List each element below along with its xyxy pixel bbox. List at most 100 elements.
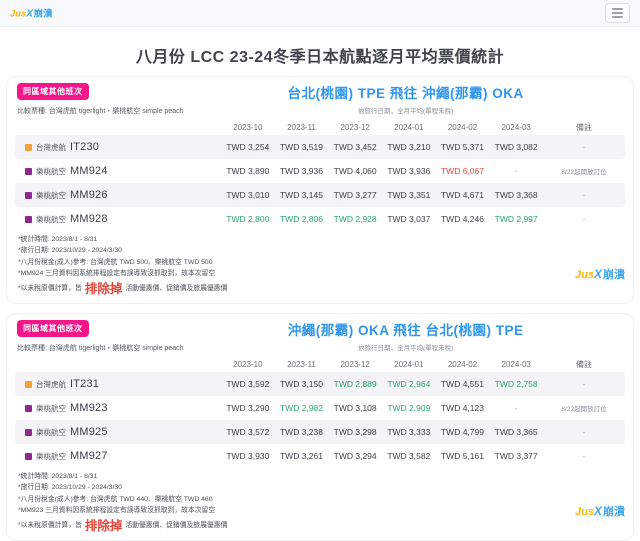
airline-color-marker: [25, 144, 32, 151]
logo-x-plane-icon: X: [594, 504, 602, 518]
flight-number: MM923: [70, 402, 108, 414]
column-header: 2024-03: [489, 123, 543, 132]
footnote-exclude: *以未稅原價計算，皆排除掉活動優惠價、促銷價及旅展優惠價: [18, 281, 625, 297]
fare-cell: TWD 2,758: [489, 379, 543, 389]
fare-cell: TWD 3,150: [275, 379, 329, 389]
fare-cell: TWD 4,123: [436, 403, 490, 413]
fare-cell: TWD 5,161: [436, 451, 490, 461]
airline-name: 樂桃航空: [36, 403, 66, 414]
fare-cell: TWD 2,889: [328, 379, 382, 389]
airline-name: 台灣虎航: [36, 379, 66, 390]
fare-cell: TWD 4,246: [436, 214, 490, 224]
logo-x-plane-icon: X: [594, 267, 602, 281]
footnote: *八月份稅金(成人)參考: 台灣虎航 TWD 500、樂桃航空 TWD 500: [18, 259, 625, 268]
section-header-left: 同區域其他班次比較票種: 台灣虎航 tigerlight・樂桃航空 simple…: [15, 82, 216, 116]
fare-cell: TWD 3,298: [328, 427, 382, 437]
fare-cell: TWD 3,930: [221, 451, 275, 461]
fare-cell: TWD 3,572: [221, 427, 275, 437]
fare-cell: TWD 3,452: [328, 142, 382, 152]
fare-cell: TWD 4,551: [436, 379, 490, 389]
logo-jus-text: Jus: [10, 9, 26, 19]
logo-brand-cn: 崩潰: [603, 506, 625, 518]
fare-row: 樂桃航空MM927TWD 3,930TWD 3,261TWD 3,294TWD …: [15, 444, 625, 468]
logo-brand-cn: 崩潰: [603, 269, 625, 281]
page-title: 八月份 LCC 23-24冬季日本航點逐月平均票價統計: [0, 43, 640, 67]
section-header-center: 台北(桃園) TPE 飛往 沖繩(那霸) OKA 依旅行日期，全月平均(單程未稅): [216, 82, 625, 116]
topbar-logo-slot: JusX崩潰: [10, 4, 60, 22]
section-header-center: 沖繩(那霸) OKA 飛往 台北(桃園) TPE依旅行日期，全月平均(單程未稅): [216, 319, 625, 353]
fare-cell: TWD 3,368: [489, 190, 543, 200]
airline-color-marker: [25, 381, 32, 388]
fare-row: 樂桃航空MM928TWD 2,800TWD 2,806TWD 2,928TWD …: [15, 207, 625, 231]
fare-cell: TWD 3,108: [328, 403, 382, 413]
fare-table: 2023-102023-112023-122024-012024-022024-…: [15, 356, 625, 468]
column-header-row: 2023-102023-112023-122024-012024-022024-…: [15, 356, 625, 372]
sections: 同區域其他班次比較票種: 台灣虎航 tigerlight・樂桃航空 simple…: [0, 76, 640, 541]
fare-cell: TWD 2,909: [382, 403, 436, 413]
fare-cell: TWD 3,145: [275, 190, 329, 200]
section-header-left: 同區域其他班次比較票種: 台灣虎航 tigerlight・樂桃航空 simple…: [15, 319, 216, 353]
topbar: JusX崩潰: [0, 0, 640, 27]
fare-row: 台灣虎航IT231TWD 3,592TWD 3,150TWD 2,889TWD …: [15, 372, 625, 396]
other-flights-badge[interactable]: 同區域其他班次: [17, 320, 89, 337]
remark-cell: -: [543, 381, 625, 388]
fare-cell: TWD 3,936: [382, 166, 436, 176]
flight-number: IT230: [70, 141, 99, 153]
airline-name: 樂桃航空: [36, 214, 66, 225]
column-header: 2023-10: [221, 360, 275, 369]
route-title: 台北(桃園) TPE 飛往 沖繩(那霸) OKA: [216, 82, 595, 102]
airline-color-marker: [25, 429, 32, 436]
fare-cell: TWD 3,582: [382, 451, 436, 461]
airline-cell: 樂桃航空MM927: [15, 450, 221, 462]
airline-name: 台灣虎航: [36, 142, 66, 153]
fare-row: 樂桃航空MM925TWD 3,572TWD 3,238TWD 3,298TWD …: [15, 420, 625, 444]
flight-number: MM925: [70, 426, 108, 438]
footnote: *MM924 三月資料因系統排程設定有誤導致沒抓取到，故本次留空: [18, 270, 625, 279]
footnote: *旅行日期: 2023/10/29 - 2024/3/30: [18, 484, 625, 493]
fare-row: 樂桃航空MM926TWD 3,010TWD 3,145TWD 3,277TWD …: [15, 183, 625, 207]
remark-cell: 8/22起開放訂位: [543, 166, 625, 176]
airline-color-marker: [25, 168, 32, 175]
remark-cell: -: [543, 192, 625, 199]
menu-button[interactable]: [605, 3, 630, 23]
footnote-exclude-highlight: 排除掉: [85, 281, 123, 297]
fare-row: 樂桃航空MM923TWD 3,290TWD 2,982TWD 3,108TWD …: [15, 396, 625, 420]
airline-cell: 台灣虎航 IT230: [15, 141, 221, 153]
fare-cell: TWD 2,964: [382, 379, 436, 389]
footnote-exclude-pre: *以未稅原價計算，皆: [18, 522, 82, 531]
airline-color-marker: [25, 453, 32, 460]
remark-cell: -: [543, 453, 625, 460]
compare-fares-note: 比較票種: 台灣虎航 tigerlight・樂桃航空 simple peach: [17, 343, 183, 353]
column-header: 2023-12: [328, 123, 382, 132]
fare-cell: -: [489, 166, 543, 176]
route-title: 沖繩(那霸) OKA 飛往 台北(桃園) TPE: [216, 319, 595, 339]
fare-cell: TWD 3,082: [489, 142, 543, 152]
fare-cell: TWD 4,671: [436, 190, 490, 200]
section-header: 同區域其他班次比較票種: 台灣虎航 tigerlight・樂桃航空 simple…: [15, 319, 625, 353]
fare-cell: TWD 4,799: [436, 427, 490, 437]
fare-cell: -: [489, 403, 543, 413]
route-subtitle: 依旅行日期，全月平均(單程未稅): [216, 105, 595, 115]
compare-fares-note: 比較票種: 台灣虎航 tigerlight・樂桃航空 simple peach: [17, 106, 183, 116]
logo-x-plane-icon: X: [26, 7, 33, 19]
airline-name: 樂桃航空: [36, 166, 66, 177]
route-section: 同區域其他班次比較票種: 台灣虎航 tigerlight・樂桃航空 simple…: [6, 76, 634, 304]
fare-cell: TWD 2,997: [489, 214, 543, 224]
footnote: *統計時間: 2023/8/1 - 8/31: [18, 236, 625, 245]
flight-number: MM926: [70, 189, 108, 201]
fare-cell: TWD 3,210: [382, 142, 436, 152]
fare-cell: TWD 3,333: [382, 427, 436, 437]
column-header: 2024-01: [382, 123, 436, 132]
route-section: 同區域其他班次比較票種: 台灣虎航 tigerlight・樂桃航空 simple…: [6, 313, 634, 541]
fare-cell: TWD 3,261: [275, 451, 329, 461]
fare-cell: TWD 3,592: [221, 379, 275, 389]
fare-cell: TWD 6,067: [436, 166, 490, 176]
fare-cell: TWD 3,890: [221, 166, 275, 176]
remark-cell: -: [543, 144, 625, 151]
column-header: 2024-03: [489, 360, 543, 369]
airline-cell: 台灣虎航 IT231: [15, 378, 221, 390]
flight-number: IT231: [70, 378, 99, 390]
logo-jus-text: Jus: [575, 506, 594, 518]
column-header: 2024-02: [436, 123, 490, 132]
other-flights-badge[interactable]: 同區域其他班次: [17, 83, 89, 100]
